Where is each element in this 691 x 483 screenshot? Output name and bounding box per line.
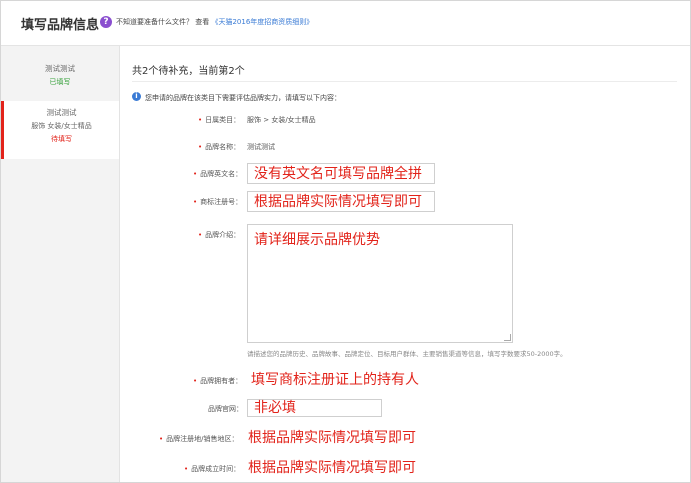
sidebar: 测试测试 已填写 测试测试 服饰 女装/女士精品 待填写 <box>1 46 120 482</box>
intro-hint: 请详细展示品牌优势 <box>254 232 380 248</box>
region-hint: 根据品牌实际情况填写即可 <box>248 430 416 446</box>
help-icon[interactable]: ? <box>100 16 112 28</box>
progress-text: 共2个待补充，当前第2个 <box>132 66 245 77</box>
page-frame: 填写品牌信息 ? 不知道要准备什么文件？ 查看 《天猫2016年度招商资质细则》… <box>0 0 691 483</box>
english-name-label: • 品牌英文名： <box>193 170 243 178</box>
owner-hint: 填写商标注册证上的持有人 <box>251 372 419 388</box>
founded-hint: 根据品牌实际情况填写即可 <box>248 460 416 476</box>
rules-link[interactable]: 《天猫2016年度招商资质细则》 <box>211 18 313 26</box>
owner-label: • 品牌拥有者： <box>193 377 243 385</box>
divider <box>132 81 677 82</box>
website-hint: 非必填 <box>254 400 296 416</box>
help-link-prefix: 查看 <box>195 18 210 26</box>
page-header: 填写品牌信息 ? 不知道要准备什么文件？ 查看 《天猫2016年度招商资质细则》 <box>1 1 690 46</box>
trademark-no-hint: 根据品牌实际情况填写即可 <box>254 194 422 210</box>
intro-textarea[interactable]: 请详细展示品牌优势 <box>247 224 513 343</box>
info-icon: i <box>132 92 141 101</box>
info-text: 您申请的品牌在该类目下需要评估品牌实力，请填写以下内容： <box>145 94 341 102</box>
website-input[interactable]: 非必填 <box>247 399 382 417</box>
sidebar-item-brand-1[interactable]: 测试测试 已填写 <box>1 63 119 87</box>
brand-name-value: 测试测试 <box>247 143 275 151</box>
trademark-no-label: • 商标注册号： <box>193 198 243 206</box>
brand-name-label: • 品牌名称： <box>198 143 241 151</box>
help-question: 不知道要准备什么文件？ <box>116 18 193 26</box>
english-name-input[interactable]: 没有英文名可填写品牌全拼 <box>247 163 435 184</box>
category-label: • 日属类目： <box>198 116 241 124</box>
english-name-hint: 没有英文名可填写品牌全拼 <box>254 166 422 182</box>
sidebar-item-name: 测试测试 <box>46 108 77 117</box>
intro-note: 请描述您的品牌历史、品牌故事、品牌定位、目标用户群体、主要销售渠道等信息，填写字… <box>247 350 567 358</box>
sidebar-item-name: 测试测试 <box>45 64 75 73</box>
resize-handle[interactable] <box>504 334 511 341</box>
founded-label: • 品牌成立时间： <box>184 465 241 473</box>
region-label: • 品牌注册地/销售地区： <box>159 435 239 443</box>
trademark-no-input[interactable]: 根据品牌实际情况填写即可 <box>247 191 435 212</box>
sidebar-item-brand-2[interactable]: 测试测试 服饰 女装/女士精品 待填写 <box>1 101 119 159</box>
category-value: 服饰 > 女装/女士精品 <box>247 116 316 124</box>
status-badge: 待填写 <box>51 135 72 143</box>
intro-label: • 品牌介绍： <box>198 231 241 239</box>
website-label: 品牌官网： <box>208 405 243 413</box>
page-title: 填写品牌信息 <box>21 18 100 33</box>
sidebar-item-category: 服饰 女装/女士精品 <box>31 122 92 130</box>
help-text: 不知道要准备什么文件？ 查看 《天猫2016年度招商资质细则》 <box>116 17 313 27</box>
status-badge: 已填写 <box>49 78 71 86</box>
